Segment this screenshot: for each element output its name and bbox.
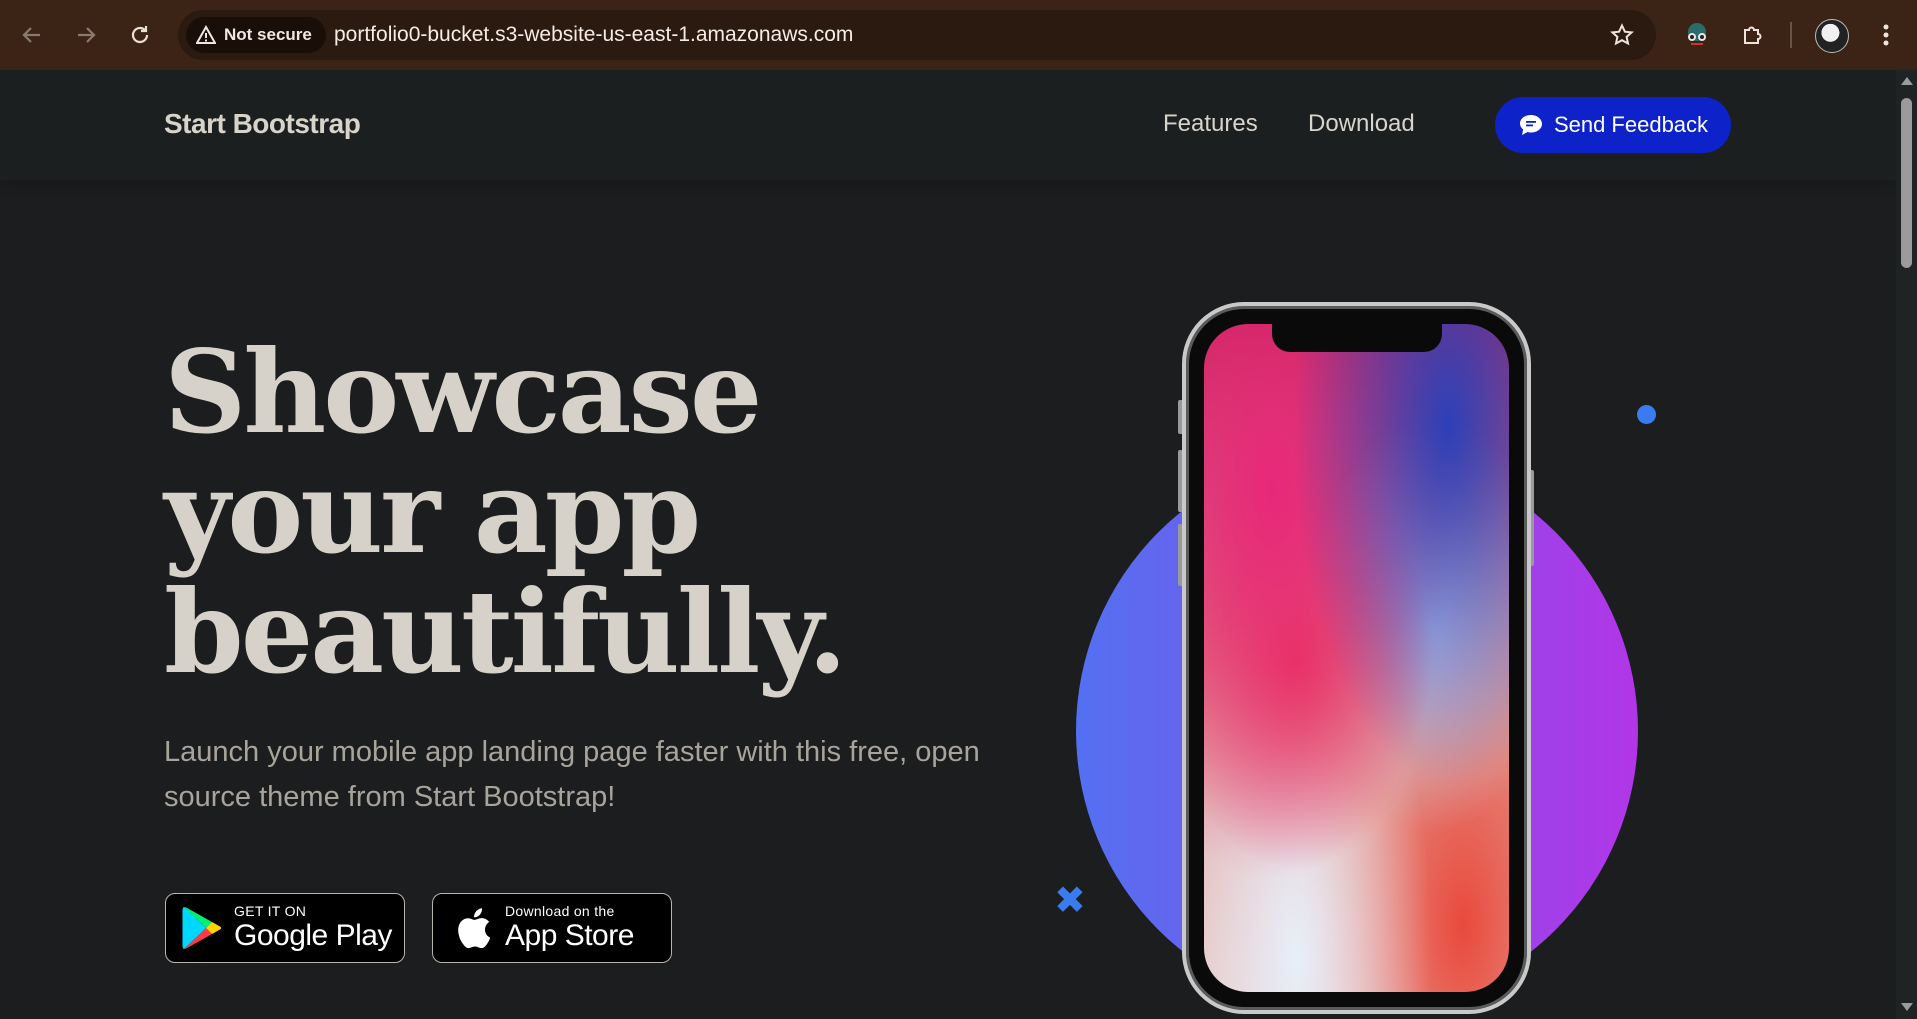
reload-button[interactable] bbox=[122, 17, 158, 53]
puzzle-icon bbox=[1744, 26, 1762, 44]
extension-spy-button[interactable] bbox=[1679, 17, 1715, 53]
warning-triangle-icon bbox=[196, 25, 216, 44]
nav-link-download[interactable]: Download bbox=[1308, 110, 1415, 138]
phone-mockup bbox=[1182, 302, 1531, 1014]
headline-line-3: beautifully. bbox=[164, 565, 847, 699]
forward-arrow-icon bbox=[78, 27, 96, 43]
decor-dot bbox=[1637, 405, 1656, 424]
phone-screen bbox=[1204, 324, 1509, 992]
extensions-button[interactable] bbox=[1735, 17, 1771, 53]
send-feedback-button[interactable]: Send Feedback bbox=[1495, 97, 1731, 153]
hero-headline: Showcase your app beautifully. bbox=[164, 325, 847, 699]
scrollbar-thumb[interactable] bbox=[1901, 98, 1912, 268]
forward-button[interactable] bbox=[68, 17, 104, 53]
browser-menu-button[interactable] bbox=[1868, 17, 1904, 53]
back-arrow-icon bbox=[22, 27, 40, 43]
app-store-badge[interactable]: Download on the App Store bbox=[432, 893, 672, 963]
google-play-icon bbox=[182, 907, 222, 949]
apple-icon bbox=[458, 908, 491, 949]
app-store-small: Download on the bbox=[505, 903, 615, 919]
app-store-big: App Store bbox=[505, 919, 634, 952]
address-bar[interactable]: Not secure portfolio0-bucket.s3-website-… bbox=[178, 10, 1656, 60]
brand-logo[interactable]: Start Bootstrap bbox=[164, 108, 361, 140]
page-viewport: Start Bootstrap Features Download Send F… bbox=[0, 70, 1896, 1019]
incognito-extension-icon bbox=[1688, 23, 1706, 45]
phone-notch bbox=[1271, 324, 1442, 352]
security-label: Not secure bbox=[224, 25, 312, 44]
site-navbar: Start Bootstrap Features Download Send F… bbox=[0, 70, 1896, 180]
toolbar-divider bbox=[1790, 22, 1792, 48]
url-text[interactable]: portfolio0-bucket.s3-website-us-east-1.a… bbox=[334, 10, 853, 60]
send-feedback-label: Send Feedback bbox=[1553, 112, 1709, 137]
app-store-text: Download on the App Store bbox=[505, 903, 634, 953]
scroll-up-arrow-icon[interactable] bbox=[1901, 77, 1913, 85]
scroll-down-arrow-icon[interactable] bbox=[1901, 1003, 1913, 1011]
google-play-big: Google Play bbox=[234, 919, 392, 952]
google-play-small: GET IT ON bbox=[234, 903, 307, 919]
headline-line-2: your app bbox=[164, 445, 701, 579]
browser-toolbar: Not secure portfolio0-bucket.s3-website-… bbox=[0, 0, 1917, 70]
reload-icon bbox=[131, 26, 149, 44]
back-button[interactable] bbox=[14, 17, 50, 53]
kebab-menu-icon bbox=[1883, 24, 1889, 46]
decor-cross-icon: ✖ bbox=[1054, 878, 1086, 922]
headline-line-1: Showcase bbox=[164, 325, 762, 459]
bookmark-button[interactable] bbox=[1604, 17, 1640, 53]
security-indicator[interactable]: Not secure bbox=[186, 17, 326, 53]
chat-bubble-icon bbox=[1519, 115, 1542, 135]
google-play-badge[interactable]: GET IT ON Google Play bbox=[165, 893, 405, 963]
google-play-text: GET IT ON Google Play bbox=[234, 903, 392, 953]
star-icon bbox=[1610, 23, 1634, 46]
hero-lead-text: Launch your mobile app landing page fast… bbox=[164, 736, 980, 813]
profile-avatar[interactable] bbox=[1815, 19, 1849, 53]
nav-link-features[interactable]: Features bbox=[1163, 110, 1258, 138]
